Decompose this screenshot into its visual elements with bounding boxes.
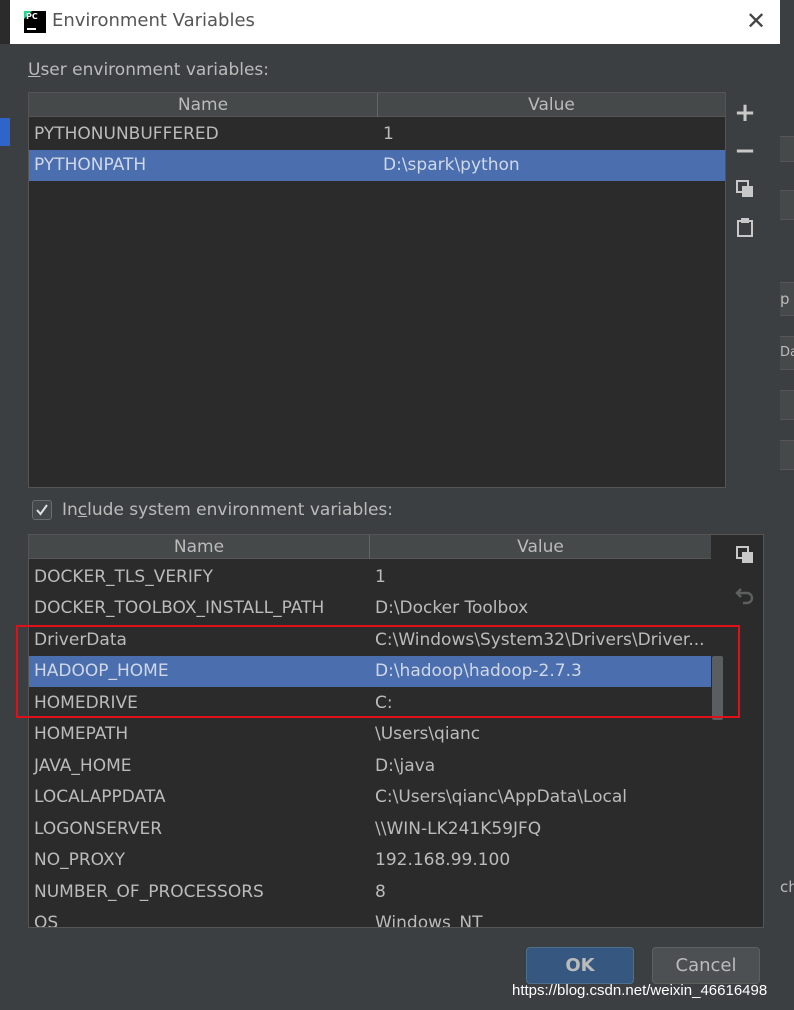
table-row[interactable]: PYTHONUNBUFFERED 1 <box>29 119 725 150</box>
variable-name: NO_PROXY <box>34 850 125 870</box>
watermark-text: https://blog.csdn.net/weixin_46616498 <box>512 982 768 999</box>
column-header-name[interactable]: Name <box>29 93 378 117</box>
window-title: Environment Variables <box>52 10 255 31</box>
user-env-table: Name Value PYTHONUNBUFFERED 1 PYTHONPATH… <box>28 92 726 488</box>
pycharm-logo-icon: PC <box>24 11 46 33</box>
variable-value: 1 <box>383 124 394 144</box>
variable-name: NUMBER_OF_PROCESSORS <box>34 882 264 902</box>
table-row-selected[interactable]: HADOOP_HOME D:\hadoop\hadoop-2.7.3 <box>29 656 711 687</box>
system-table-toolbar <box>728 538 762 618</box>
variable-value: C: <box>375 693 393 713</box>
variable-value: 1 <box>375 567 386 587</box>
table-row[interactable]: JAVA_HOME D:\java <box>29 751 711 782</box>
close-icon[interactable]: ✕ <box>744 9 768 33</box>
background-field <box>780 390 794 420</box>
variable-name: LOGONSERVER <box>34 819 163 839</box>
background-field <box>780 136 794 162</box>
variable-value: 8 <box>375 882 386 902</box>
user-table-header: Name Value <box>29 93 725 117</box>
table-row[interactable]: DOCKER_TOOLBOX_INSTALL_PATH D:\Docker Too… <box>29 593 711 624</box>
table-row[interactable]: LOGONSERVER \\WIN-LK241K59JFQ <box>29 814 711 845</box>
user-table-toolbar: + − <box>728 96 762 246</box>
user-env-label: User environment variables: <box>28 60 269 80</box>
table-row[interactable]: LOCALAPPDATA C:\Users\qianc\AppData\Local <box>29 782 711 813</box>
variable-name: DOCKER_TOOLBOX_INSTALL_PATH <box>34 598 325 618</box>
table-row[interactable]: DriverData C:\Windows\System32\Drivers\Dr… <box>29 625 711 656</box>
include-system-label: Include system environment variables: <box>62 500 394 520</box>
variable-name: PYTHONPATH <box>34 155 147 175</box>
variable-value: D:\hadoop\hadoop-2.7.3 <box>375 661 582 681</box>
variable-value: 192.168.99.100 <box>375 850 511 870</box>
variable-value: C:\Windows\System32\Drivers\Driver... <box>375 630 705 650</box>
variable-name: DOCKER_TLS_VERIFY <box>34 567 214 587</box>
copy-icon[interactable] <box>728 538 762 572</box>
variable-value: C:\Users\qianc\AppData\Local <box>375 787 628 807</box>
system-table-scrollbar[interactable] <box>712 656 723 720</box>
table-row[interactable]: HOMEDRIVE C: <box>29 688 711 719</box>
table-row[interactable]: NO_PROXY 192.168.99.100 <box>29 845 711 876</box>
variable-value: \Users\qianc <box>375 724 481 744</box>
variable-value: D:\java <box>375 756 436 776</box>
variable-name: HADOOP_HOME <box>34 661 169 681</box>
variable-name: HOMEDRIVE <box>34 693 138 713</box>
remove-icon[interactable]: − <box>728 134 762 168</box>
include-system-checkbox-row[interactable]: Include system environment variables: <box>32 500 393 520</box>
variable-value: Windows_NT <box>375 913 483 928</box>
column-header-value[interactable]: Value <box>370 535 711 559</box>
environment-variables-dialog: PC Environment Variables ✕ User environm… <box>10 0 780 1010</box>
system-env-table: Name Value DOCKER_TLS_VERIFY 1 DOCKER_TOO… <box>28 534 764 928</box>
title-bar[interactable]: PC Environment Variables ✕ <box>10 0 780 44</box>
variable-name: HOMEPATH <box>34 724 129 744</box>
ok-button[interactable]: OK <box>526 947 634 984</box>
variable-value: D:\spark\python <box>383 155 520 175</box>
variable-name: JAVA_HOME <box>34 756 132 776</box>
background-selection-mark <box>0 118 10 146</box>
table-row[interactable]: HOMEPATH \Users\qianc <box>29 719 711 750</box>
variable-name: LOCALAPPDATA <box>34 787 166 807</box>
checkmark-icon <box>36 504 48 516</box>
variable-name: OS <box>34 913 59 928</box>
add-icon[interactable]: + <box>728 96 762 130</box>
background-field <box>780 440 794 470</box>
include-system-checkbox[interactable] <box>32 500 52 520</box>
undo-icon[interactable] <box>728 578 762 612</box>
system-table-header: Name Value <box>29 535 711 559</box>
table-row[interactable]: NUMBER_OF_PROCESSORS 8 <box>29 877 711 908</box>
background-ide-left <box>0 44 10 1010</box>
column-header-value[interactable]: Value <box>378 93 725 117</box>
variable-name: DriverData <box>34 630 127 650</box>
table-row[interactable]: OS Windows_NT <box>29 908 711 928</box>
variable-value: \\WIN-LK241K59JFQ <box>375 819 542 839</box>
background-field: Da <box>780 336 794 370</box>
table-row-selected[interactable]: PYTHONPATH D:\spark\python <box>29 150 725 181</box>
column-header-name[interactable]: Name <box>29 535 370 559</box>
cancel-button[interactable]: Cancel <box>652 947 760 984</box>
variable-name: PYTHONUNBUFFERED <box>34 124 219 144</box>
paste-icon[interactable] <box>728 210 762 244</box>
background-field: ch <box>780 878 794 896</box>
background-field: p <box>780 282 794 316</box>
table-row[interactable]: DOCKER_TLS_VERIFY 1 <box>29 562 711 593</box>
variable-value: D:\Docker Toolbox <box>375 598 529 618</box>
background-field <box>780 190 794 220</box>
copy-icon[interactable] <box>728 172 762 206</box>
